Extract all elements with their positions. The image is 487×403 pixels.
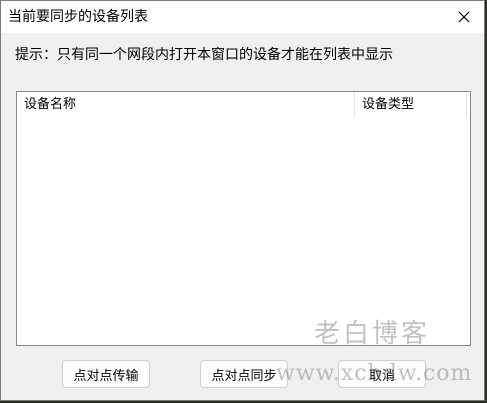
list-body[interactable] xyxy=(17,118,470,345)
list-header: 设备名称 设备类型 xyxy=(17,92,470,118)
p2p-transfer-button[interactable]: 点对点传输 xyxy=(62,360,150,388)
sync-device-dialog: 当前要同步的设备列表 提示：只有同一个网段内打开本窗口的设备才能在列表中显示 设… xyxy=(0,0,485,401)
device-list[interactable]: 设备名称 设备类型 xyxy=(16,91,471,346)
dialog-title: 当前要同步的设备列表 xyxy=(8,9,148,25)
close-icon xyxy=(458,11,470,23)
hint-text: 提示：只有同一个网段内打开本窗口的设备才能在列表中显示 xyxy=(15,47,393,63)
title-bar: 当前要同步的设备列表 xyxy=(1,1,484,33)
close-button[interactable] xyxy=(452,5,476,29)
p2p-sync-button[interactable]: 点对点同步 xyxy=(200,360,288,388)
column-header-device-type[interactable]: 设备类型 xyxy=(355,92,467,118)
cancel-button[interactable]: 取消 xyxy=(338,360,426,388)
column-header-device-name[interactable]: 设备名称 xyxy=(17,92,355,118)
